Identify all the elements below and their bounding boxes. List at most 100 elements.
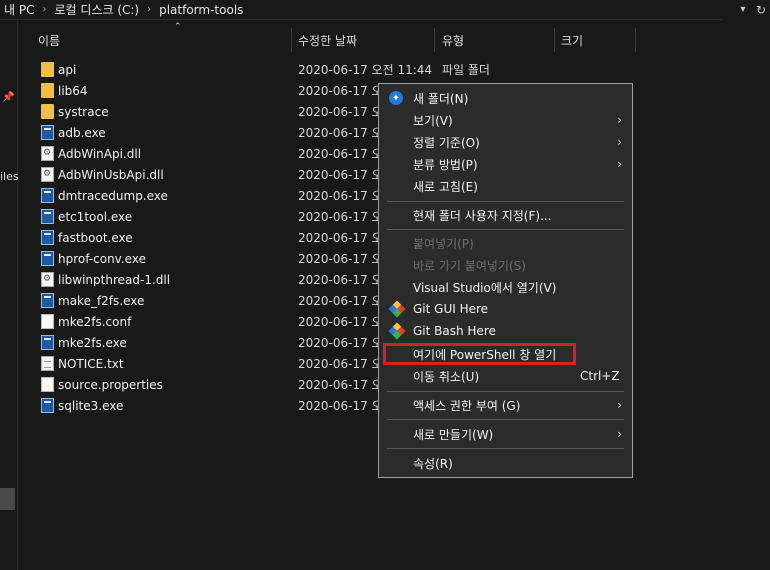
column-divider[interactable] bbox=[434, 28, 435, 52]
menu-item-label: 보기(V) bbox=[413, 113, 453, 128]
menu-item-new-folder[interactable]: ✦ 새 폴더(N) bbox=[379, 87, 632, 109]
chevron-right-icon: › bbox=[617, 427, 622, 441]
exe-icon bbox=[41, 335, 54, 350]
column-type[interactable]: 유형 bbox=[442, 28, 464, 52]
column-header: 이름 ⌃ 수정한 날짜 유형 크기 bbox=[18, 22, 770, 52]
chevron-right-icon: › bbox=[617, 113, 622, 127]
file-date: 2020-06-17 오 bbox=[298, 168, 383, 182]
menu-item-undo-move[interactable]: 이동 취소(U) Ctrl+Z bbox=[379, 365, 632, 387]
file-name: dmtracedump.exe bbox=[58, 188, 168, 203]
dll-icon bbox=[41, 146, 54, 161]
exe-icon bbox=[41, 188, 54, 203]
nav-selected-item[interactable] bbox=[0, 488, 15, 510]
file-name: AdbWinUsbApi.dll bbox=[58, 167, 164, 182]
address-bar-container: 내 PC › 로컬 디스크 (C:) › platform-tools ▾ ↻ bbox=[0, 0, 770, 20]
file-date: 2020-06-17 오 bbox=[298, 105, 383, 119]
file-name: systrace bbox=[58, 104, 109, 119]
menu-item-label: 액세스 권한 부여 (G) bbox=[413, 398, 521, 413]
menu-separator bbox=[387, 229, 624, 230]
column-divider[interactable] bbox=[554, 28, 555, 52]
chevron-right-icon: › bbox=[617, 135, 622, 149]
exe-icon bbox=[41, 398, 54, 413]
file-name: sqlite3.exe bbox=[58, 398, 124, 413]
exe-icon bbox=[41, 251, 54, 266]
folder-icon bbox=[41, 62, 54, 77]
file-icon bbox=[41, 314, 54, 329]
menu-item-properties[interactable]: 속성(R) bbox=[379, 452, 632, 474]
breadcrumb-separator-icon[interactable]: › bbox=[38, 4, 50, 15]
menu-item-refresh[interactable]: 새로 고침(E) bbox=[379, 175, 632, 197]
column-divider[interactable] bbox=[291, 28, 292, 52]
git-icon bbox=[388, 300, 406, 318]
file-date: 2020-06-17 오 bbox=[298, 357, 383, 371]
file-date: 2020-06-17 오 bbox=[298, 399, 383, 413]
menu-separator bbox=[387, 419, 624, 420]
file-date: 2020-06-17 오 bbox=[298, 147, 383, 161]
file-name: hprof-conv.exe bbox=[58, 251, 146, 266]
chevron-right-icon: › bbox=[617, 398, 622, 412]
dll-icon bbox=[41, 167, 54, 182]
sort-ascending-icon: ⌃ bbox=[174, 22, 182, 32]
menu-item-label: Visual Studio에서 열기(V) bbox=[413, 280, 557, 295]
menu-item-label: 이동 취소(U) bbox=[413, 369, 480, 384]
folder-icon bbox=[41, 83, 54, 98]
breadcrumb-local-disk[interactable]: 로컬 디스크 (C:) bbox=[50, 1, 143, 18]
file-name: mke2fs.conf bbox=[58, 314, 132, 329]
dll-icon bbox=[41, 272, 54, 287]
file-date: 2020-06-17 오 bbox=[298, 294, 383, 308]
file-date: 2020-06-17 오전 11:44 bbox=[298, 63, 433, 77]
refresh-icon[interactable]: ↻ bbox=[756, 0, 770, 19]
menu-item-view[interactable]: 보기(V) › bbox=[379, 109, 632, 131]
column-size[interactable]: 크기 bbox=[561, 28, 583, 52]
navigation-pane: 📌 iles bbox=[0, 20, 19, 570]
file-date: 2020-06-17 오 bbox=[298, 126, 383, 140]
file-date: 2020-06-17 오 bbox=[298, 210, 383, 224]
text-file-icon bbox=[41, 356, 54, 371]
menu-item-group-by[interactable]: 분류 방법(P) › bbox=[379, 153, 632, 175]
file-name: mke2fs.exe bbox=[58, 335, 127, 350]
menu-item-git-gui[interactable]: Git GUI Here bbox=[379, 298, 632, 320]
menu-item-give-access[interactable]: 액세스 권한 부여 (G) › bbox=[379, 394, 632, 416]
menu-item-label: 새 폴더(N) bbox=[413, 91, 469, 106]
file-date: 2020-06-17 오 bbox=[298, 189, 383, 203]
nav-item-label-fragment[interactable]: iles bbox=[0, 170, 19, 183]
menu-item-label: 새로 만들기(W) bbox=[413, 427, 494, 442]
file-date: 2020-06-17 오 bbox=[298, 273, 383, 287]
breadcrumb-platform-tools[interactable]: platform-tools bbox=[155, 3, 247, 17]
menu-separator bbox=[387, 391, 624, 392]
file-name: NOTICE.txt bbox=[58, 356, 124, 371]
column-divider[interactable] bbox=[635, 28, 636, 52]
menu-item-customize-folder[interactable]: 현재 폴더 사용자 지정(F)... bbox=[379, 204, 632, 226]
file-name: lib64 bbox=[58, 83, 88, 98]
menu-item-sort-by[interactable]: 정렬 기준(O) › bbox=[379, 131, 632, 153]
file-row[interactable]: api 2020-06-17 오전 11:44 파일 폴더 bbox=[38, 59, 490, 80]
menu-item-new[interactable]: 새로 만들기(W) › bbox=[379, 423, 632, 445]
breadcrumb-this-pc[interactable]: 내 PC bbox=[0, 1, 38, 18]
menu-item-label: Git Bash Here bbox=[413, 324, 496, 338]
file-date: 2020-06-17 오 bbox=[298, 84, 383, 98]
file-icon bbox=[41, 377, 54, 392]
breadcrumb-separator-icon[interactable]: › bbox=[143, 4, 155, 15]
address-history-dropdown-icon[interactable]: ▾ bbox=[732, 0, 754, 19]
address-bar[interactable]: 내 PC › 로컬 디스크 (C:) › platform-tools bbox=[0, 0, 722, 20]
menu-item-open-visual-studio[interactable]: Visual Studio에서 열기(V) bbox=[379, 276, 632, 298]
file-name: adb.exe bbox=[58, 125, 106, 140]
exe-icon bbox=[41, 230, 54, 245]
menu-item-paste-shortcut: 바로 가기 붙여넣기(S) bbox=[379, 254, 632, 276]
column-date-modified[interactable]: 수정한 날짜 bbox=[298, 28, 357, 52]
menu-item-label: 분류 방법(P) bbox=[413, 157, 478, 172]
menu-item-label: 속성(R) bbox=[413, 456, 453, 471]
new-folder-icon: ✦ bbox=[389, 91, 403, 105]
menu-item-label: Git GUI Here bbox=[413, 302, 489, 316]
git-icon bbox=[388, 322, 406, 340]
menu-item-label: 현재 폴더 사용자 지정(F)... bbox=[413, 208, 552, 223]
file-name: libwinpthread-1.dll bbox=[58, 272, 171, 287]
column-name[interactable]: 이름 bbox=[38, 28, 60, 52]
file-name: source.properties bbox=[58, 377, 163, 392]
menu-separator bbox=[387, 201, 624, 202]
file-date: 2020-06-17 오 bbox=[298, 378, 383, 392]
exe-icon bbox=[41, 293, 54, 308]
context-menu: ✦ 새 폴더(N) 보기(V) › 정렬 기준(O) › 분류 방법(P) › 새로 고… bbox=[378, 83, 633, 478]
menu-item-git-bash[interactable]: Git Bash Here bbox=[379, 320, 632, 342]
pin-icon: 📌 bbox=[2, 92, 15, 103]
